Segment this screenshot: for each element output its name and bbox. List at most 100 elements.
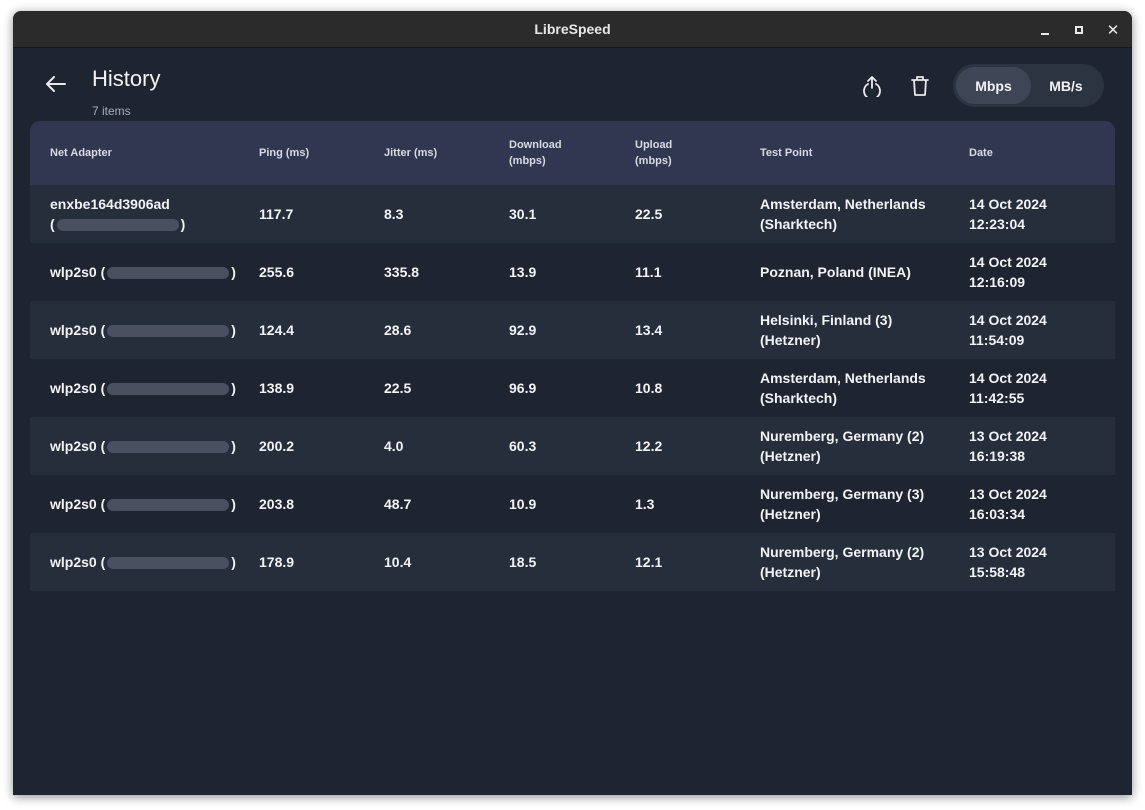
table-row: wlp2s0 () 178.9 10.4 18.5 12.1 Nuremberg, Ger… [30,533,1115,591]
date-value: 14 Oct 2024 [969,370,1047,386]
date-cell: 13 Oct 2024 16:03:34 [949,484,1115,524]
net-adapter-cell: wlp2s0 () [50,554,236,570]
redacted-address [107,267,230,280]
net-adapter-cell: wlp2s0 () [50,264,236,280]
ping-cell: 203.8 [259,496,295,512]
date-value: 13 Oct 2024 [969,486,1047,502]
table-row: enxbe164d3906ad() 117.7 8.3 30.1 22.5 Amsterd… [30,185,1115,243]
time-value: 11:42:55 [969,390,1025,406]
time-value: 11:54:09 [969,332,1025,348]
export-button[interactable] [857,71,887,101]
unit-mbps-option[interactable]: Mbps [956,67,1031,104]
ping-cell: 200.2 [259,438,295,454]
ping-cell: 117.7 [259,206,294,222]
adapter-name: wlp2s0 [50,438,97,454]
download-cell: 60.3 [509,438,537,454]
date-value: 13 Oct 2024 [969,544,1047,560]
unit-mbs-option[interactable]: MB/s [1031,67,1101,104]
date-value: 13 Oct 2024 [969,428,1047,444]
back-button[interactable] [39,67,73,101]
test-point-cell: Nuremberg, Germany (3) (Hetzner) [760,486,925,522]
maximize-button[interactable] [1069,20,1089,40]
redacted-address [56,219,179,232]
item-count: 7 items [92,104,131,118]
date-cell: 13 Oct 2024 15:58:48 [949,542,1115,582]
table-body: enxbe164d3906ad() 117.7 8.3 30.1 22.5 Amsterd… [30,185,1115,591]
date-cell: 14 Oct 2024 11:42:55 [949,368,1115,408]
maximize-icon [1075,26,1083,34]
minimize-button[interactable] [1035,20,1055,40]
jitter-cell: 335.8 [384,264,420,280]
column-header: Net Adapter [50,147,112,159]
download-cell: 18.5 [509,554,537,570]
date-value: 14 Oct 2024 [969,312,1047,328]
table-row: wlp2s0 () 203.8 48.7 10.9 1.3 Nuremberg, Germ… [30,475,1115,533]
table-row: wlp2s0 () 124.4 28.6 92.9 13.4 Helsinki, Finl… [30,301,1115,359]
app-window: LibreSpeed ✕ History 7 items Mbps MB/s N… [13,11,1132,795]
time-value: 15:58:48 [969,564,1026,580]
test-point-cell: Nuremberg, Germany (2) (Hetzner) [760,428,925,464]
adapter-name: wlp2s0 [50,380,97,396]
column-header: Download (mbps) [509,139,562,167]
download-cell: 13.9 [509,264,537,280]
ping-cell: 255.6 [259,264,295,280]
test-point-cell: Nuremberg, Germany (2) (Hetzner) [760,544,925,580]
ping-cell: 124.4 [259,322,295,338]
redacted-address [107,383,230,396]
title-bar: LibreSpeed ✕ [13,11,1132,48]
date-cell: 14 Oct 2024 12:16:09 [949,252,1115,292]
upload-cell: 10.8 [635,380,663,396]
jitter-cell: 48.7 [384,496,412,512]
delete-button[interactable] [905,71,935,101]
jitter-cell: 22.5 [384,380,412,396]
ping-cell: 178.9 [259,554,295,570]
date-value: 14 Oct 2024 [969,196,1047,212]
column-header: Upload (mbps) [635,139,673,167]
test-point-cell: Amsterdam, Netherlands (Sharktech) [760,196,926,232]
column-header: Date [969,147,993,159]
adapter-name: enxbe164d3906ad [50,196,170,212]
jitter-cell: 10.4 [384,554,412,570]
adapter-name: wlp2s0 [50,322,97,338]
time-value: 16:03:34 [969,506,1026,522]
column-header: Test Point [760,147,813,159]
share-icon [863,76,881,97]
redacted-address [107,325,230,338]
unit-toggle: Mbps MB/s [953,64,1104,107]
net-adapter-cell: enxbe164d3906ad() [50,196,186,232]
download-cell: 96.9 [509,380,537,396]
date-value: 14 Oct 2024 [969,254,1047,270]
arrow-left-icon [46,76,66,92]
ping-cell: 138.9 [259,380,295,396]
upload-cell: 1.3 [635,496,655,512]
net-adapter-cell: wlp2s0 () [50,322,236,338]
upload-cell: 22.5 [635,206,663,222]
trash-icon [911,76,929,96]
upload-cell: 11.1 [635,264,662,280]
table-row: wlp2s0 () 255.6 335.8 13.9 11.1 Poznan, Polan… [30,243,1115,301]
download-cell: 10.9 [509,496,537,512]
net-adapter-cell: wlp2s0 () [50,380,236,396]
close-button[interactable]: ✕ [1103,20,1123,40]
test-point-cell: Amsterdam, Netherlands (Sharktech) [760,370,926,406]
redacted-address [107,441,230,454]
test-point-cell: Poznan, Poland (INEA) [760,264,911,280]
window-title: LibreSpeed [534,21,611,37]
column-header: Jitter (ms) [384,147,438,159]
download-cell: 92.9 [509,322,537,338]
adapter-name: wlp2s0 [50,264,97,280]
page-title: History [92,66,161,91]
jitter-cell: 28.6 [384,322,412,338]
test-point-cell: Helsinki, Finland (3) (Hetzner) [760,312,893,348]
upload-cell: 12.1 [635,554,663,570]
upload-cell: 12.2 [635,438,663,454]
table-header: Net Adapter Ping (ms) Jitter (ms) Downlo… [30,121,1115,185]
close-icon: ✕ [1106,21,1120,39]
date-cell: 14 Oct 2024 11:54:09 [949,310,1115,350]
jitter-cell: 8.3 [384,206,404,222]
adapter-name: wlp2s0 [50,496,97,512]
redacted-address [107,557,230,570]
table-row: wlp2s0 () 138.9 22.5 96.9 10.8 Amsterdam, Net… [30,359,1115,417]
net-adapter-cell: wlp2s0 () [50,496,236,512]
upload-cell: 13.4 [635,322,663,338]
